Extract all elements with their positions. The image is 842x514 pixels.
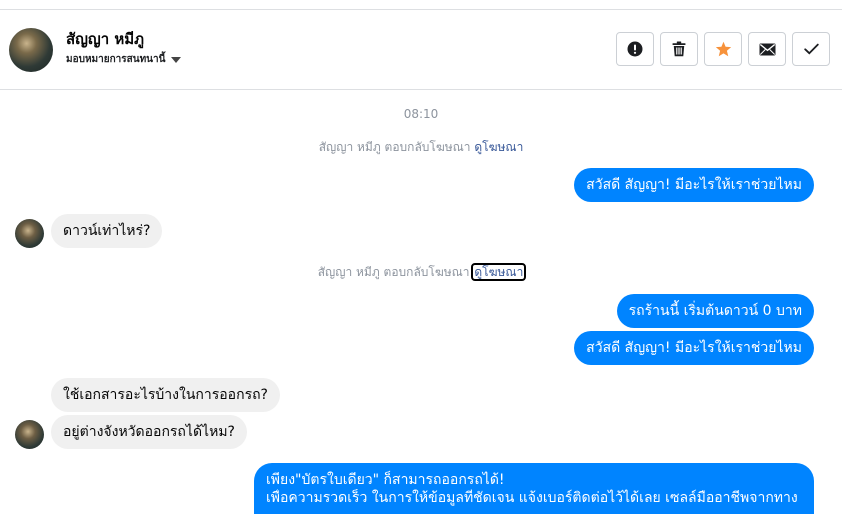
outgoing-message[interactable]: รถร้านนี้ เริ่มต้นดาวน์ 0 บาท bbox=[616, 294, 814, 328]
message-line: เพื่อความรวดเร็ว ในการให้ข้อมูลที่ชัดเจน… bbox=[266, 490, 798, 506]
ad-reply-notice: สัญญา หมีภู ตอบกลับโฆษณา ดูโฆษณา bbox=[0, 138, 842, 157]
incoming-message[interactable]: ใช้เอกสารอะไรบ้างในการออกรถ? bbox=[51, 378, 280, 412]
message-thread[interactable]: 08:10 สัญญา หมีภู ตอบกลับโฆษณา ดูโฆษณา ส… bbox=[0, 91, 842, 514]
contact-avatar[interactable] bbox=[9, 28, 53, 72]
report-button[interactable] bbox=[616, 32, 654, 66]
ad-reply-notice: สัญญา หมีภู ตอบกลับโฆษณา ดูโฆษณา bbox=[0, 263, 842, 282]
exclamation-circle-icon bbox=[627, 41, 643, 57]
checkmark-icon bbox=[803, 43, 819, 55]
incoming-message[interactable]: ดาวน์เท่าไหร่? bbox=[51, 214, 163, 248]
contact-name[interactable]: สัญญา หมีภู bbox=[66, 27, 144, 51]
delete-button[interactable] bbox=[660, 32, 698, 66]
outgoing-message[interactable]: สวัสดี สัญญา! มีอะไรให้เราช่วยไหม bbox=[574, 331, 814, 365]
outgoing-message[interactable]: สวัสดี สัญญา! มีอะไรให้เราช่วยไหม bbox=[574, 168, 814, 202]
view-ad-link[interactable]: ดูโฆษณา bbox=[474, 140, 523, 154]
contact-avatar-small bbox=[15, 219, 44, 248]
timestamp: 08:10 bbox=[403, 107, 439, 121]
outgoing-message-long[interactable]: เพียง"บัตรใบเดียว" ก็สามารถออกรถได้! เพื… bbox=[254, 463, 814, 514]
header-actions bbox=[616, 32, 830, 66]
caret-down-icon bbox=[171, 56, 182, 63]
incoming-message[interactable]: อยู่ต่างจังหวัดออกรถได้ไหม? bbox=[51, 415, 247, 449]
view-ad-link[interactable]: ดูโฆษณา bbox=[471, 263, 527, 281]
star-icon bbox=[715, 41, 731, 57]
contact-avatar-small bbox=[15, 420, 44, 449]
envelope-icon bbox=[759, 43, 775, 55]
conversation-header: สัญญา หมีภู มอบหมายการสนทนานี้ bbox=[0, 10, 842, 90]
mark-unread-button[interactable] bbox=[748, 32, 786, 66]
mark-done-button[interactable] bbox=[792, 32, 830, 66]
ad-reply-text: สัญญา หมีภู ตอบกลับโฆษณา bbox=[317, 265, 470, 279]
ad-reply-text: สัญญา หมีภู ตอบกลับโฆษณา bbox=[318, 140, 471, 154]
star-button[interactable] bbox=[704, 32, 742, 66]
assign-conversation-dropdown[interactable]: มอบหมายการสนทนานี้ bbox=[66, 52, 182, 67]
assign-label: มอบหมายการสนทนานี้ bbox=[66, 54, 166, 65]
trash-icon bbox=[672, 41, 686, 57]
conversation-page: สัญญา หมีภู มอบหมายการสนทนานี้ 08:10 สัญ… bbox=[0, 0, 842, 514]
message-line: เพียง"บัตรใบเดียว" ก็สามารถออกรถได้! bbox=[266, 472, 505, 488]
